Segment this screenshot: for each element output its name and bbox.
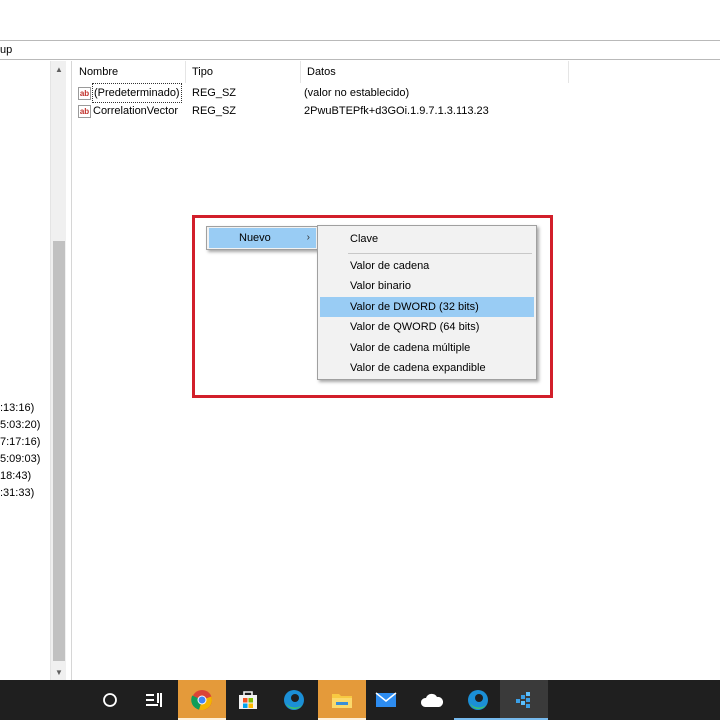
edge-button[interactable] — [270, 680, 318, 720]
file-explorer-icon — [332, 694, 352, 708]
tree-item[interactable]: :13:16) — [0, 400, 34, 417]
edge-icon — [284, 690, 304, 710]
tree-item[interactable]: :31:33) — [0, 485, 34, 502]
chrome-button[interactable] — [178, 680, 226, 720]
list-header: Nombre Tipo Datos — [73, 61, 569, 83]
tree-item-label: :13:16) — [0, 402, 35, 414]
scroll-up-arrow-icon[interactable]: ▲ — [55, 65, 63, 74]
tree-item[interactable]: 7:17:16) — [0, 434, 40, 451]
taskbar — [0, 680, 720, 720]
tree-item-label: 5:09:03) — [0, 453, 41, 465]
pane-splitter[interactable] — [66, 61, 72, 680]
value-data: (valor no establecido) — [304, 87, 410, 99]
tree-item-label: 18:43) — [0, 470, 32, 482]
mail-icon — [375, 692, 397, 707]
onedrive-icon — [420, 693, 444, 707]
string-value-icon: ab — [78, 86, 91, 100]
value-data: 2PwuBTEPfk+d3GOi.1.9.7.1.3.113.23 — [304, 105, 489, 117]
window-top-area — [0, 0, 720, 40]
value-type: REG_SZ — [192, 105, 237, 117]
store-icon — [239, 691, 257, 709]
column-header-type[interactable]: Tipo — [186, 61, 301, 83]
timeline-icon — [146, 693, 162, 707]
tree-item[interactable]: 18:43) — [0, 468, 31, 485]
tree-item-label: :31:33) — [0, 487, 35, 499]
address-path: up — [0, 44, 13, 56]
onedrive-button[interactable] — [408, 680, 456, 720]
address-bar[interactable]: up — [0, 40, 720, 60]
tree-scrollbar[interactable]: ▲ ▼ — [50, 61, 67, 680]
value-name: CorrelationVector — [93, 105, 178, 117]
tree-item-label: 7:17:16) — [0, 436, 41, 448]
tree-item[interactable]: 5:09:03) — [0, 451, 40, 468]
edge-dev-button[interactable] — [454, 680, 502, 720]
cell-name: ab (Predeterminado) — [73, 83, 186, 103]
column-header-data[interactable]: Datos — [301, 61, 569, 83]
task-view-button[interactable] — [86, 680, 134, 720]
table-row[interactable]: ab CorrelationVector REG_SZ 2PwuBTEPfk+d… — [73, 102, 601, 120]
tree-item[interactable]: 5:03:20) — [0, 417, 40, 434]
regedit-button[interactable] — [500, 680, 548, 720]
mail-button[interactable] — [362, 680, 410, 720]
column-header-name[interactable]: Nombre — [73, 61, 186, 83]
registry-editor-window: up :13:16) 5:03:20) 7:17:16) 5:09:03) 18… — [0, 0, 720, 720]
annotation-highlight-frame — [192, 215, 553, 398]
table-row[interactable]: ab (Predeterminado) REG_SZ (valor no est… — [73, 83, 601, 103]
file-explorer-button[interactable] — [318, 680, 366, 720]
regedit-icon — [516, 692, 530, 708]
store-button[interactable] — [224, 680, 272, 720]
timeline-button[interactable] — [130, 680, 178, 720]
scroll-down-arrow-icon[interactable]: ▼ — [55, 668, 63, 677]
scrollbar-thumb[interactable] — [53, 241, 65, 661]
edge-dev-icon — [468, 690, 488, 710]
tree-item-label: 5:03:20) — [0, 419, 41, 431]
string-value-icon: ab — [78, 104, 91, 118]
task-view-icon — [103, 693, 117, 707]
value-type: REG_SZ — [192, 87, 237, 99]
cell-name: ab CorrelationVector — [73, 102, 186, 120]
chrome-icon — [191, 690, 212, 711]
value-name: (Predeterminado) — [92, 83, 182, 103]
